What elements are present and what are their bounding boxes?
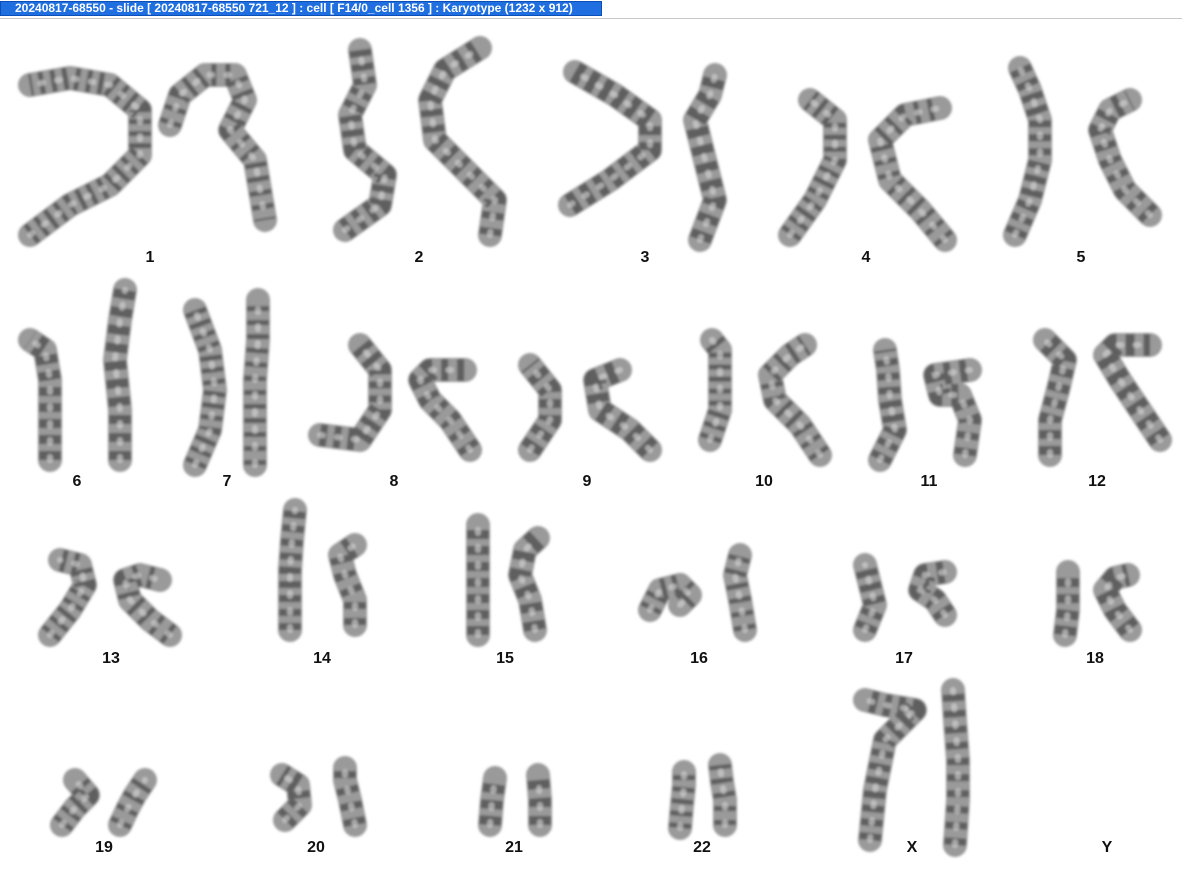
chromosome-label-7: 7 <box>222 473 232 490</box>
chromosome-label-14: 14 <box>313 650 331 667</box>
chromosome-label-17: 17 <box>895 650 913 667</box>
chromosome-label-19: 19 <box>95 839 113 856</box>
chromosome-label-X: X <box>906 839 918 856</box>
chromosome-label-2: 2 <box>414 249 424 266</box>
chromosome-label-9: 9 <box>582 473 592 490</box>
chromosome-label-5: 5 <box>1076 249 1086 266</box>
chromosome-label-20: 20 <box>307 839 325 856</box>
chromosome-label-15: 15 <box>496 650 514 667</box>
karyotype-canvas <box>18 36 1172 857</box>
chromosome-label-10: 10 <box>755 473 773 490</box>
chromosome-label-16: 16 <box>690 650 708 667</box>
chromosome-label-18: 18 <box>1086 650 1104 667</box>
chromosome-21-bands-1 <box>479 776 506 826</box>
chromosome-11-chromatid-2 <box>923 358 982 467</box>
chromosome-label-13: 13 <box>102 650 120 667</box>
chromosome-label-22: 22 <box>693 839 711 856</box>
chromosome-label-8: 8 <box>389 473 399 490</box>
chromosome-label-6: 6 <box>72 473 82 490</box>
chromosome-label-11: 11 <box>920 473 938 490</box>
chromosome-label-21: 21 <box>505 839 523 856</box>
chromosome-21-bands-2 <box>527 774 551 825</box>
chromosome-label-4: 4 <box>861 249 871 266</box>
chromosome-label-12: 12 <box>1088 473 1106 490</box>
chromosome-label-Y: Y <box>1101 839 1113 856</box>
chromosome-label-3: 3 <box>640 249 650 266</box>
chromosome-label-1: 1 <box>145 249 155 266</box>
